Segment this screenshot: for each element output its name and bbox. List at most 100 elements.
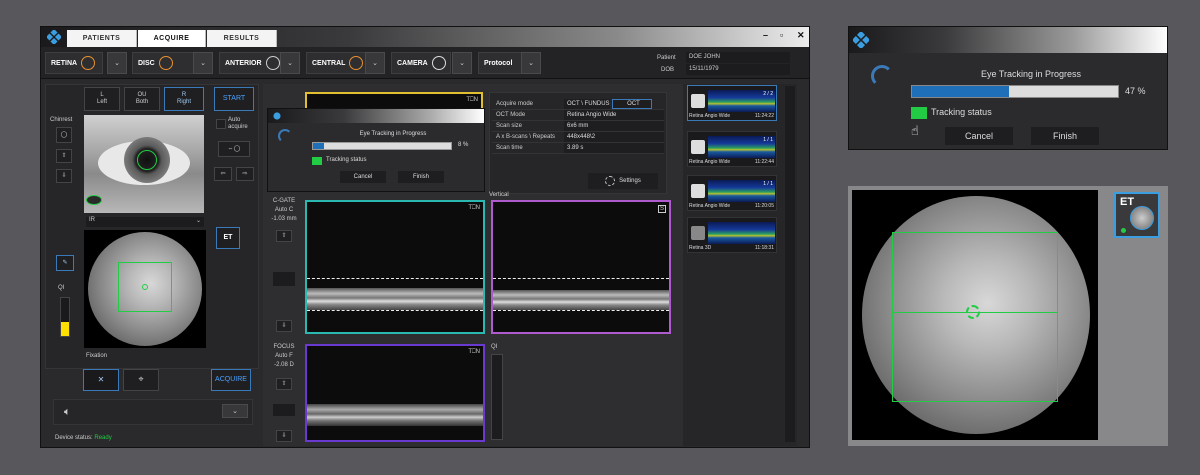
acq-mode-value[interactable]: OCT \ FUNDUS	[564, 99, 610, 109]
ir-dropdown-icon: ⌄	[195, 218, 201, 224]
acq-mode-key: Acquire mode	[496, 101, 534, 107]
camera-icon	[431, 56, 446, 70]
patient-value: DOE JOHN	[686, 52, 790, 63]
mode-central[interactable]: CENTRAL	[306, 52, 366, 74]
acq-row-octmode: OCT Mode Retina Angio Wide	[492, 110, 664, 121]
ab-scans-value: 448x448\2	[564, 132, 664, 142]
disc-dropdown[interactable]: ⌄	[193, 52, 213, 74]
dob-label: DOB	[661, 67, 675, 73]
retina-dropdown[interactable]: ⌄	[107, 52, 127, 74]
tab-results[interactable]: RESULTS	[207, 30, 277, 47]
thumb-2-caption: Retina Angio Wide	[689, 159, 731, 165]
device-status-label: Device status:	[55, 435, 93, 441]
et-button[interactable]: ET	[216, 227, 240, 249]
mode-retina[interactable]: RETINA	[45, 52, 103, 74]
qi-label: QI	[58, 285, 65, 291]
retina-layers	[307, 288, 483, 310]
zoom-percent: 47 %	[1125, 86, 1146, 96]
thumb-4-caption: Retina 3D	[689, 245, 712, 251]
tab-patients[interactable]: PATIENTS	[67, 30, 137, 47]
chinrest-down-icon[interactable]: ⇩	[56, 169, 72, 183]
focus-up-icon[interactable]: ⇧	[276, 378, 292, 390]
dob-value: 15/11/1979	[686, 64, 790, 75]
upper-gate-line	[307, 278, 483, 279]
thumbnail-1[interactable]: 2 / 2 Retina Angio Wide 11:24:22	[687, 85, 777, 121]
move-right-icon[interactable]: ⇨	[236, 167, 254, 181]
zoom-tracking-status-label: Tracking status	[931, 107, 992, 117]
vertical-label: Vertical	[489, 192, 509, 198]
mode-camera[interactable]: CAMERA	[391, 52, 451, 74]
popup-finish-button[interactable]: Finish	[398, 171, 444, 183]
mode-central-label: CENTRAL	[312, 59, 346, 67]
zoom-finish-button[interactable]: Finish	[1031, 127, 1099, 145]
eye-left-button[interactable]: L Left	[84, 87, 120, 111]
qi-small-meter	[491, 354, 503, 440]
popup-cancel-button[interactable]: Cancel	[340, 171, 386, 183]
fixation-target-button[interactable]: ⌖	[123, 369, 159, 391]
vertical-sn-icon: S	[658, 205, 666, 213]
start-button[interactable]: START	[214, 87, 254, 111]
thumb-scrollbar[interactable]	[785, 86, 795, 442]
cgate-down-icon[interactable]: ⇩	[276, 320, 292, 332]
auto-acquire-checkbox[interactable]	[216, 119, 226, 129]
align-icon[interactable]: ⇔◯	[218, 141, 250, 157]
cgate-up-icon[interactable]: ⇧	[276, 230, 292, 242]
minimize-button[interactable]: –	[763, 30, 768, 40]
central-dropdown[interactable]: ⌄	[365, 52, 385, 74]
oct-mode-value: Retina Angio Wide	[564, 110, 664, 120]
acquire-button[interactable]: ACQUIRE	[211, 369, 251, 391]
mode-protocol-label: Protocol	[484, 59, 513, 67]
acq-row-size: Scan size 6x6 mm	[492, 121, 664, 132]
speaker-icon[interactable]: 🔈︎	[64, 406, 71, 419]
mode-anterior[interactable]: ANTERIOR	[219, 52, 281, 74]
scan-size-key: Scan size	[496, 123, 523, 129]
thumb-2-icon	[691, 140, 705, 154]
thumbnail-2[interactable]: 1 / 1 Retina Angio Wide 11:22:44	[687, 131, 777, 167]
cgate-slider[interactable]	[273, 272, 295, 286]
pen-tool-icon[interactable]: ✎	[56, 255, 74, 271]
maximize-button[interactable]: ▫	[780, 30, 783, 40]
protocol-dropdown[interactable]: ⌄	[521, 52, 541, 74]
acq-row-time: Scan time 3.89 s	[492, 143, 664, 154]
zoom-logo-icon	[853, 32, 869, 48]
zoom-et-button[interactable]: ET	[1114, 192, 1160, 238]
zoom-progress-bar	[911, 85, 1119, 98]
settings-button[interactable]: Settings	[588, 173, 658, 189]
settings-label: Settings	[619, 178, 641, 184]
audio-dropdown[interactable]: ⌄	[222, 404, 248, 418]
chinrest-icon[interactable]: ◯	[56, 127, 72, 143]
tracking-popup: Eye Tracking in Progress 8 % Tracking st…	[267, 108, 485, 192]
tab-bar: PATIENTS ACQUIRE RESULTS – ▫ ✕	[41, 27, 809, 47]
anterior-icon	[265, 56, 280, 70]
thumb-2-count: 1 / 1	[763, 137, 773, 143]
device-status-value: Ready	[94, 435, 112, 441]
mode-protocol[interactable]: Protocol	[478, 52, 522, 74]
chinrest-up-icon[interactable]: ⇧	[56, 149, 72, 163]
lower-gate-line	[307, 310, 483, 311]
scan-size-value: 6x6 mm	[564, 121, 664, 131]
pupil-target-icon	[137, 150, 157, 170]
thumb-3-time: 11:20:05	[754, 203, 774, 209]
zoom-dialog-header	[849, 27, 1167, 53]
thumbnail-4[interactable]: Retina 3D 11:18:31	[687, 217, 777, 253]
acq-mode-oct[interactable]: OCT	[612, 99, 652, 109]
tab-acquire[interactable]: ACQUIRE	[138, 30, 206, 47]
zoom-cancel-button[interactable]: Cancel	[945, 127, 1013, 145]
popup-percent: 8 %	[458, 142, 469, 148]
qi-small-label: QI	[491, 344, 498, 350]
audio-panel: 🔈︎ ⌄	[53, 399, 253, 425]
thumbnail-3[interactable]: 1 / 1 Retina Angio Wide 11:20:05	[687, 175, 777, 211]
eye-right-button[interactable]: R Right	[164, 87, 204, 111]
focus-down-icon[interactable]: ⇩	[276, 430, 292, 442]
fixation-off-button[interactable]: ✕	[83, 369, 119, 391]
qi-level	[61, 322, 69, 336]
eye-both-button[interactable]: OU Both	[124, 87, 160, 111]
cgate-mode: Auto C	[274, 207, 294, 213]
ir-select[interactable]: IR ⌄	[86, 217, 204, 227]
move-left-icon[interactable]: ⇦	[214, 167, 232, 181]
anterior-dropdown[interactable]: ⌄	[280, 52, 300, 74]
close-button[interactable]: ✕	[797, 30, 805, 41]
camera-dropdown[interactable]: ⌄	[452, 52, 472, 74]
thumb-1-time: 11:24:22	[754, 113, 774, 119]
focus-slider[interactable]	[273, 404, 295, 416]
